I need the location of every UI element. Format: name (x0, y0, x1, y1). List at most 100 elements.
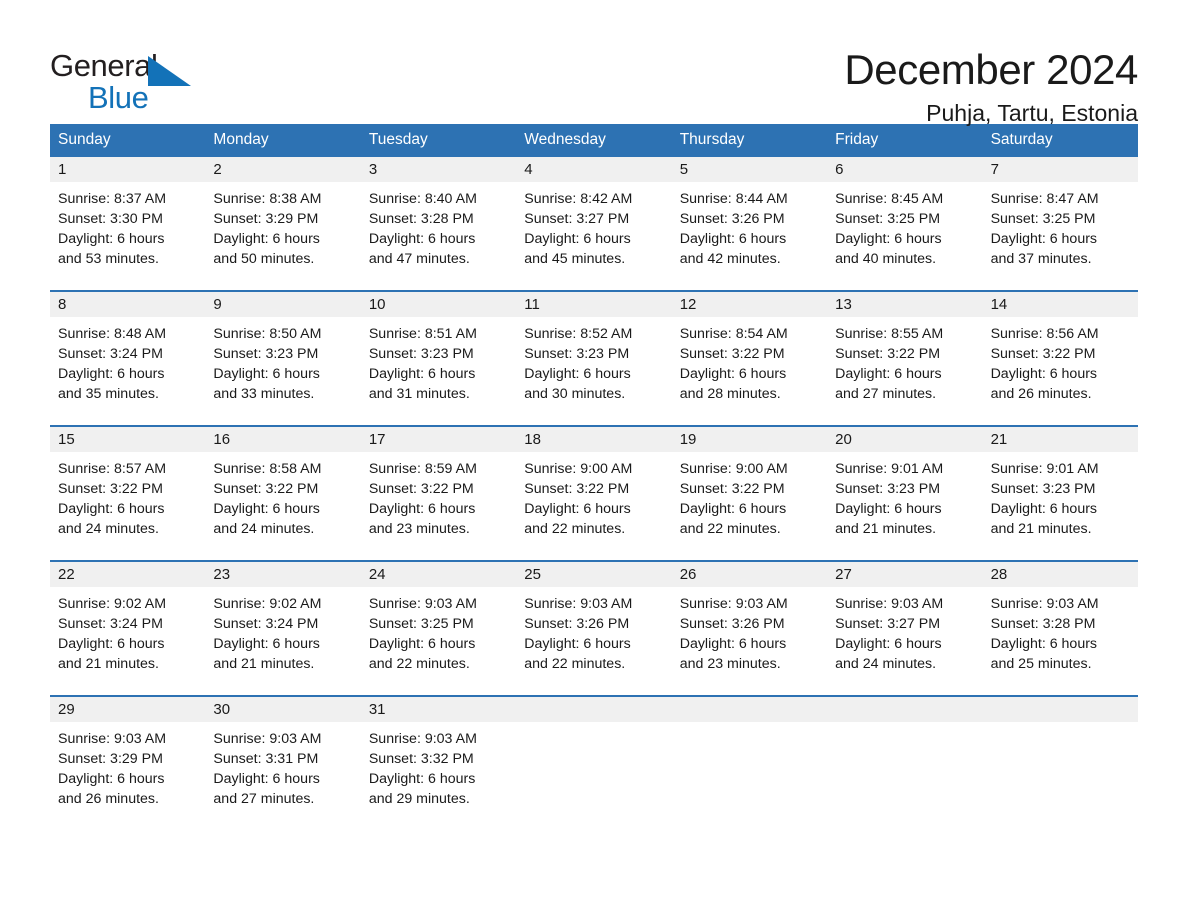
sunset-text: Sunset: 3:25 PM (990, 211, 1096, 227)
daylight-text-line2: and 25 minutes. (990, 656, 1092, 672)
day-cell[interactable]: Sunrise: 8:40 AM Sunset: 3:28 PM Dayligh… (361, 182, 516, 290)
sunset-text: Sunset: 3:22 PM (524, 481, 630, 497)
day-cell[interactable]: Sunrise: 8:52 AM Sunset: 3:23 PM Dayligh… (516, 317, 671, 425)
day-cell[interactable]: Sunrise: 9:03 AM Sunset: 3:25 PM Dayligh… (361, 587, 516, 695)
daylight-text-line2: and 33 minutes. (213, 386, 315, 402)
day-number[interactable]: 2 (205, 157, 360, 182)
week-daynumber-band: 29 30 31 (50, 697, 1138, 722)
day-number[interactable]: 22 (50, 562, 205, 587)
daylight-text-line1: Daylight: 6 hours (368, 366, 476, 382)
day-number[interactable]: 29 (50, 697, 205, 722)
daylight-text-line1: Daylight: 6 hours (679, 231, 787, 247)
day-cell[interactable]: Sunrise: 8:50 AM Sunset: 3:23 PM Dayligh… (205, 317, 360, 425)
daylight-text-line1: Daylight: 6 hours (58, 366, 165, 382)
day-number[interactable]: 12 (672, 292, 827, 317)
day-cell-empty (516, 722, 671, 830)
day-cell[interactable]: Sunrise: 8:42 AM Sunset: 3:27 PM Dayligh… (516, 182, 671, 290)
daylight-text-line1: Daylight: 6 hours (679, 366, 787, 382)
day-number-empty (672, 697, 827, 722)
day-number[interactable]: 30 (205, 697, 360, 722)
day-number[interactable]: 1 (50, 157, 205, 182)
day-number[interactable]: 6 (827, 157, 982, 182)
day-number[interactable]: 25 (516, 562, 671, 587)
sunset-text: Sunset: 3:22 PM (58, 481, 163, 497)
day-number[interactable]: 31 (361, 697, 516, 722)
day-cell[interactable]: Sunrise: 9:00 AM Sunset: 3:22 PM Dayligh… (672, 452, 827, 560)
day-cell[interactable]: Sunrise: 9:03 AM Sunset: 3:32 PM Dayligh… (361, 722, 516, 830)
sunset-text: Sunset: 3:23 PM (835, 481, 941, 497)
day-cell[interactable]: Sunrise: 9:02 AM Sunset: 3:24 PM Dayligh… (50, 587, 205, 695)
day-cell[interactable]: Sunrise: 8:47 AM Sunset: 3:25 PM Dayligh… (983, 182, 1138, 290)
daylight-text-line2: and 24 minutes. (835, 656, 937, 672)
day-cell[interactable]: Sunrise: 9:03 AM Sunset: 3:28 PM Dayligh… (983, 587, 1138, 695)
day-cell[interactable]: Sunrise: 8:55 AM Sunset: 3:22 PM Dayligh… (827, 317, 982, 425)
daylight-text-line2: and 53 minutes. (58, 251, 159, 267)
day-number[interactable]: 16 (205, 427, 360, 452)
sunrise-text: Sunrise: 8:58 AM (213, 461, 322, 477)
day-number[interactable]: 21 (983, 427, 1138, 452)
daylight-text-line2: and 26 minutes. (990, 386, 1092, 402)
day-number[interactable]: 19 (672, 427, 827, 452)
day-cell[interactable]: Sunrise: 9:03 AM Sunset: 3:29 PM Dayligh… (50, 722, 205, 830)
daylight-text-line1: Daylight: 6 hours (58, 636, 165, 652)
day-cell[interactable]: Sunrise: 9:02 AM Sunset: 3:24 PM Dayligh… (205, 587, 360, 695)
day-cell[interactable]: Sunrise: 9:03 AM Sunset: 3:27 PM Dayligh… (827, 587, 982, 695)
day-cell[interactable]: Sunrise: 8:56 AM Sunset: 3:22 PM Dayligh… (983, 317, 1138, 425)
day-number[interactable]: 3 (361, 157, 516, 182)
day-cell[interactable]: Sunrise: 8:59 AM Sunset: 3:22 PM Dayligh… (361, 452, 516, 560)
day-number[interactable]: 27 (827, 562, 982, 587)
daylight-text-line1: Daylight: 6 hours (213, 771, 320, 787)
day-cell[interactable]: Sunrise: 8:37 AM Sunset: 3:30 PM Dayligh… (50, 182, 205, 290)
day-number[interactable]: 28 (983, 562, 1138, 587)
day-cell-empty (827, 722, 982, 830)
day-number[interactable]: 15 (50, 427, 205, 452)
day-number[interactable]: 9 (205, 292, 360, 317)
day-cell[interactable]: Sunrise: 9:03 AM Sunset: 3:26 PM Dayligh… (516, 587, 671, 695)
daylight-text-line2: and 35 minutes. (58, 386, 159, 402)
sunset-text: Sunset: 3:23 PM (368, 346, 474, 362)
day-cell[interactable]: Sunrise: 9:00 AM Sunset: 3:22 PM Dayligh… (516, 452, 671, 560)
daylight-text-line2: and 42 minutes. (679, 251, 781, 267)
day-cell[interactable]: Sunrise: 9:03 AM Sunset: 3:31 PM Dayligh… (205, 722, 360, 830)
sunrise-text: Sunrise: 9:03 AM (990, 596, 1099, 612)
weekday-header-thursday: Thursday (679, 131, 745, 148)
day-number[interactable]: 10 (361, 292, 516, 317)
calendar-page: General Blue December 2024 Puhja, Tartu,… (0, 0, 1188, 918)
day-cell[interactable]: Sunrise: 9:01 AM Sunset: 3:23 PM Dayligh… (827, 452, 982, 560)
day-cell[interactable]: Sunrise: 9:01 AM Sunset: 3:23 PM Dayligh… (983, 452, 1138, 560)
weekday-header-wednesday: Wednesday (524, 131, 606, 148)
day-number[interactable]: 5 (672, 157, 827, 182)
daylight-text-line1: Daylight: 6 hours (368, 636, 476, 652)
day-number[interactable]: 17 (361, 427, 516, 452)
day-cell[interactable]: Sunrise: 8:38 AM Sunset: 3:29 PM Dayligh… (205, 182, 360, 290)
day-number[interactable]: 26 (672, 562, 827, 587)
day-cell[interactable]: Sunrise: 8:45 AM Sunset: 3:25 PM Dayligh… (827, 182, 982, 290)
day-cell[interactable]: Sunrise: 9:03 AM Sunset: 3:26 PM Dayligh… (672, 587, 827, 695)
day-cell[interactable]: Sunrise: 8:57 AM Sunset: 3:22 PM Dayligh… (50, 452, 205, 560)
day-number[interactable]: 14 (983, 292, 1138, 317)
sunset-text: Sunset: 3:22 PM (368, 481, 474, 497)
week-detail-band: Sunrise: 9:02 AM Sunset: 3:24 PM Dayligh… (50, 587, 1138, 695)
day-number[interactable]: 18 (516, 427, 671, 452)
sunrise-text: Sunrise: 9:01 AM (990, 461, 1099, 477)
day-number[interactable]: 24 (361, 562, 516, 587)
day-cell[interactable]: Sunrise: 8:48 AM Sunset: 3:24 PM Dayligh… (50, 317, 205, 425)
day-number[interactable]: 11 (516, 292, 671, 317)
day-cell[interactable]: Sunrise: 8:58 AM Sunset: 3:22 PM Dayligh… (205, 452, 360, 560)
daylight-text-line1: Daylight: 6 hours (990, 636, 1098, 652)
day-number[interactable]: 7 (983, 157, 1138, 182)
generalblue-logo[interactable]: General Blue (50, 46, 200, 118)
sunrise-text: Sunrise: 8:47 AM (990, 191, 1099, 207)
location-subtitle: Puhja, Tartu, Estonia (926, 100, 1138, 127)
day-cell[interactable]: Sunrise: 8:54 AM Sunset: 3:22 PM Dayligh… (672, 317, 827, 425)
day-cell[interactable]: Sunrise: 8:44 AM Sunset: 3:26 PM Dayligh… (672, 182, 827, 290)
day-number[interactable]: 20 (827, 427, 982, 452)
day-number[interactable]: 23 (205, 562, 360, 587)
day-number[interactable]: 8 (50, 292, 205, 317)
day-number[interactable]: 13 (827, 292, 982, 317)
weekday-header-saturday: Saturday (990, 131, 1053, 148)
day-cell[interactable]: Sunrise: 8:51 AM Sunset: 3:23 PM Dayligh… (361, 317, 516, 425)
sunrise-text: Sunrise: 9:03 AM (368, 596, 477, 612)
day-number[interactable]: 4 (516, 157, 671, 182)
daylight-text-line2: and 24 minutes. (58, 521, 159, 537)
